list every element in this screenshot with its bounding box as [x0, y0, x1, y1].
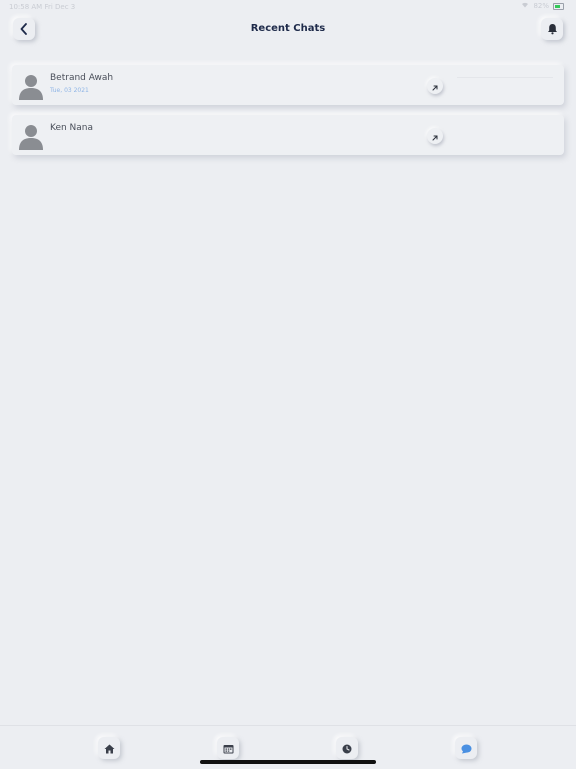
chat-list-item[interactable]: Ken Nana	[12, 115, 564, 155]
clock-icon	[342, 739, 352, 758]
battery-label: 82%	[533, 2, 549, 10]
divider	[457, 77, 553, 78]
page-title: Recent Chats	[250, 23, 326, 34]
chat-list-item[interactable]: Betrand Awah Tue, 03 2021	[12, 65, 564, 105]
bell-icon	[547, 20, 558, 39]
chat-bubble-icon	[461, 739, 472, 758]
status-indicators: 82%	[521, 2, 564, 10]
tab-chats[interactable]	[455, 737, 477, 759]
home-icon	[104, 739, 115, 758]
arrow-up-right-icon	[431, 127, 439, 146]
open-chat-button[interactable]	[427, 128, 443, 144]
chat-list: Betrand Awah Tue, 03 2021 Ken Nana	[12, 65, 564, 165]
open-chat-button[interactable]	[427, 78, 443, 94]
status-bar: 10:58 AM Fri Dec 3 82%	[0, 0, 576, 14]
header: Recent Chats	[0, 14, 576, 46]
chat-contact-name: Betrand Awah	[50, 73, 114, 83]
arrow-up-right-icon	[431, 77, 439, 96]
status-time: 10:58 AM Fri Dec 3	[9, 3, 76, 11]
tab-calendar[interactable]	[217, 737, 239, 759]
avatar-placeholder-icon	[17, 122, 45, 150]
battery-icon	[553, 2, 564, 10]
chat-contact-name: Ken Nana	[50, 123, 94, 133]
calendar-icon	[223, 739, 234, 758]
tab-home[interactable]	[98, 737, 120, 759]
home-indicator	[200, 760, 376, 764]
chat-date: Tue, 03 2021	[50, 87, 89, 94]
tab-history[interactable]	[336, 737, 358, 759]
avatar-placeholder-icon	[17, 72, 45, 100]
wifi-icon	[521, 2, 529, 10]
notifications-button[interactable]	[541, 18, 563, 40]
